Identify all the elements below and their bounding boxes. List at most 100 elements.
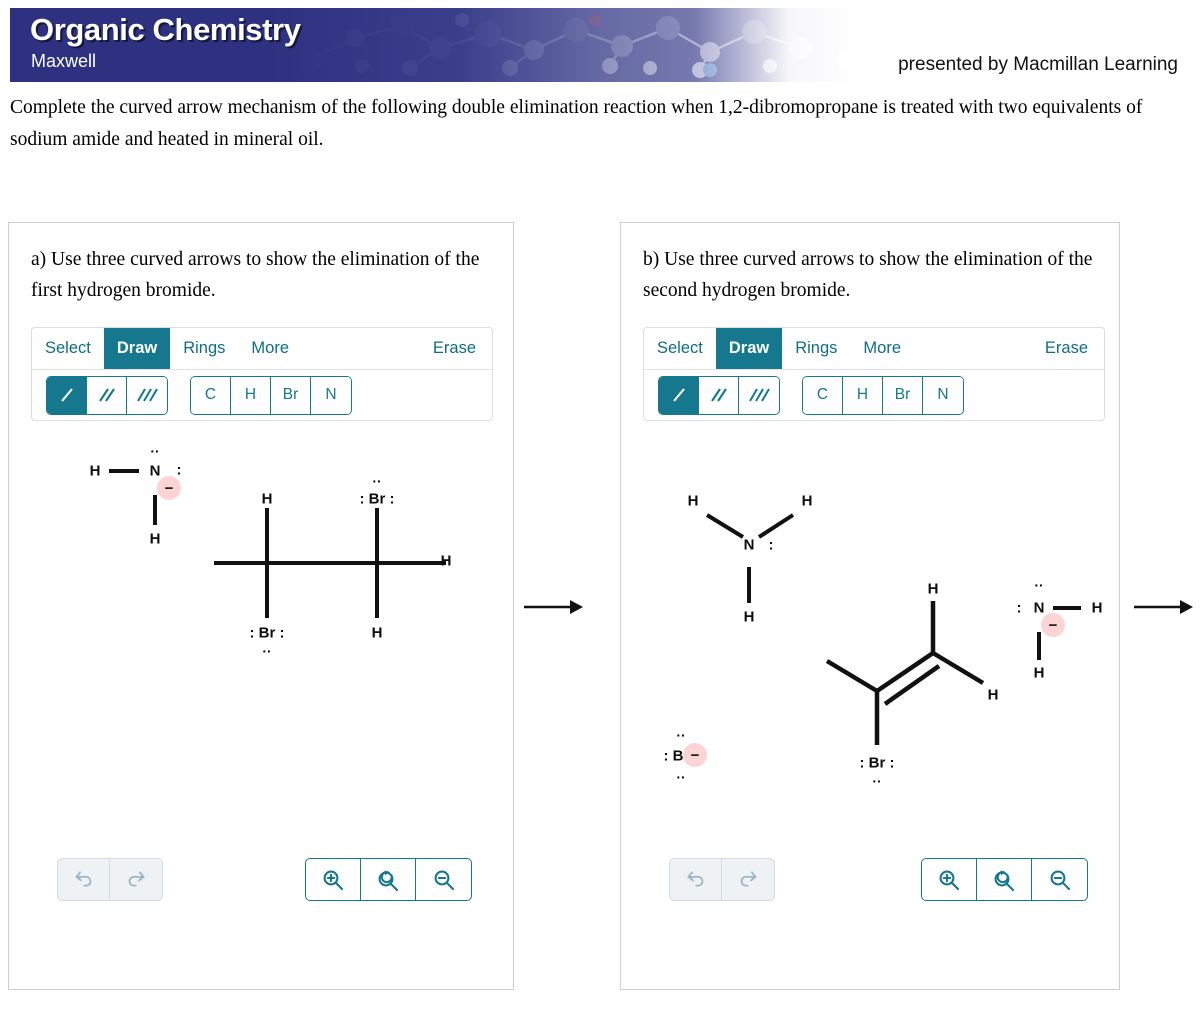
element-h-b[interactable]: H <box>843 376 883 414</box>
toolbar-tools-b: C H Br N <box>644 370 1104 420</box>
amide2-n-h-bond-down-b <box>1037 632 1041 660</box>
zoom-in-button-a[interactable] <box>306 859 361 900</box>
vinyl-br-lp-right-b: : <box>889 754 895 772</box>
amide2-h-right-b: H <box>1091 599 1103 617</box>
bromide-lonepair-bottom-b: ·· <box>676 769 686 785</box>
triple-bond-tool-a[interactable] <box>127 376 167 414</box>
c2-br-top-a: : Br : <box>359 491 394 508</box>
bond-tool-group-b <box>658 375 780 415</box>
c2-vertical-bond-a <box>375 508 379 618</box>
element-group-b: C H Br N <box>802 375 964 415</box>
ammonia-lonepair-b: : <box>768 536 774 554</box>
bond-h-n-a <box>109 469 139 473</box>
part-b-question: b) Use three curved arrows to show the e… <box>643 249 1093 301</box>
zoom-in-button-b[interactable] <box>922 859 977 900</box>
editor-toolbar-b: Select Draw Rings More Erase C H Br N <box>643 327 1105 421</box>
double-bond-tool-b[interactable] <box>699 376 739 414</box>
tab-select-b[interactable]: Select <box>644 328 716 369</box>
element-group-a: C H Br N <box>190 375 352 415</box>
ammonia-h-left-b: H <box>687 492 699 510</box>
erase-button-b[interactable]: Erase <box>1035 328 1104 369</box>
tab-draw-a[interactable]: Draw <box>103 328 171 369</box>
bond-n-h-down-a <box>153 495 157 525</box>
bromide-lp-left-b: : <box>663 747 669 765</box>
toolbar-tools-a: C H Br N <box>32 370 492 420</box>
vinyl-br-bottom-b: : Br : <box>859 755 894 772</box>
vinyl-h-top-b: H <box>927 580 939 598</box>
c2-br-lonepair-top-a: ·· <box>372 473 382 489</box>
vinyl-br-label-b: Br <box>868 754 886 772</box>
br-lp-right-a: : <box>279 624 285 642</box>
single-bond-tool-a[interactable] <box>47 376 87 414</box>
zoom-reset-button-a[interactable] <box>361 859 416 900</box>
element-br-b[interactable]: Br <box>883 376 923 414</box>
zoom-reset-button-b[interactable] <box>977 859 1032 900</box>
amide-n-a: N <box>149 462 161 480</box>
question-prompt: Complete the curved arrow mechanism of t… <box>10 97 1143 150</box>
panel-part-b: b) Use three curved arrows to show the e… <box>620 222 1120 990</box>
bromide-ion-b: : Br : <box>663 748 698 765</box>
tab-rings-a[interactable]: Rings <box>170 328 238 369</box>
triple-bond-tool-b[interactable] <box>739 376 779 414</box>
vinyl-h-right-b: H <box>987 686 999 704</box>
ammonia-n-h-bond-b <box>747 567 751 603</box>
amide2-h-bottom-b: H <box>1033 664 1045 682</box>
c2-h-right-a: H <box>440 552 452 570</box>
single-bond-tool-b[interactable] <box>659 376 699 414</box>
zoom-out-button-a[interactable] <box>416 859 471 900</box>
redo-button-a[interactable] <box>110 859 162 900</box>
app-subtitle: Maxwell <box>31 51 97 71</box>
zoom-group-a <box>305 858 472 901</box>
element-n-b[interactable]: N <box>923 376 963 414</box>
presented-by-label: presented by Macmillan Learning <box>898 54 1178 75</box>
br-lp-left-a: : <box>249 624 255 642</box>
amide2-lonepair-top-b: ·· <box>1034 577 1044 593</box>
element-c-b[interactable]: C <box>803 376 843 414</box>
toolbar-tabs-b: Select Draw Rings More Erase <box>644 328 1104 370</box>
tab-draw-b[interactable]: Draw <box>715 328 783 369</box>
zoom-out-button-b[interactable] <box>1032 859 1087 900</box>
amide-n-lonepair-top-a: ·· <box>150 443 160 459</box>
bromide-lp-right-b: : <box>693 747 699 765</box>
redo-button-b[interactable] <box>722 859 774 900</box>
amide-charge-badge-a: − <box>157 476 181 500</box>
amide2-lonepair-left-b: : <box>1016 599 1022 617</box>
reaction-arrow-1 <box>524 600 583 614</box>
vinyl-br-lonepair-bottom-b: ·· <box>872 773 882 789</box>
amide-h-left-a: H <box>89 462 101 480</box>
vinyl-br-lp-left-b: : <box>859 754 865 772</box>
amide-n-lonepair-right-a: : <box>176 461 182 479</box>
c1-h-top-a: H <box>261 490 273 508</box>
tab-more-a[interactable]: More <box>238 328 302 369</box>
c2-h-bottom-a: H <box>371 624 383 642</box>
zoom-group-b <box>921 858 1088 901</box>
backbone-bond-a <box>214 561 446 565</box>
tab-rings-b[interactable]: Rings <box>782 328 850 369</box>
bromide-lonepair-top-b: ·· <box>676 727 686 743</box>
amide2-n-h-bond-b <box>1053 606 1081 610</box>
element-c-a[interactable]: C <box>191 376 231 414</box>
element-n-a[interactable]: N <box>311 376 351 414</box>
element-h-a[interactable]: H <box>231 376 271 414</box>
double-bond-tool-a[interactable] <box>87 376 127 414</box>
erase-button-a[interactable]: Erase <box>423 328 492 369</box>
c1-br-lonepair-bottom-a: ·· <box>262 643 272 659</box>
undo-button-b[interactable] <box>670 859 722 900</box>
reaction-arrow-2 <box>1134 600 1193 614</box>
toolbar-spacer-b <box>914 328 1035 369</box>
br2-lp-right-a: : <box>389 490 395 508</box>
element-br-a[interactable]: Br <box>271 376 311 414</box>
app-title: Organic Chemistry <box>30 12 301 47</box>
toolbar-tabs-a: Select Draw Rings More Erase <box>32 328 492 370</box>
br2-label-a: Br <box>368 490 386 508</box>
tab-select-a[interactable]: Select <box>32 328 104 369</box>
tab-more-b[interactable]: More <box>850 328 914 369</box>
br-label-a: Br <box>258 624 276 642</box>
part-a-question: a) Use three curved arrows to show the e… <box>31 249 480 301</box>
c1-vertical-bond-a <box>265 508 269 618</box>
bromide-label-b: Br <box>672 747 690 765</box>
amide2-charge-badge-b: − <box>1041 613 1065 637</box>
ammonia-h-right-b: H <box>801 492 813 510</box>
c1-br-bottom-a: : Br : <box>249 625 284 642</box>
undo-button-a[interactable] <box>58 859 110 900</box>
